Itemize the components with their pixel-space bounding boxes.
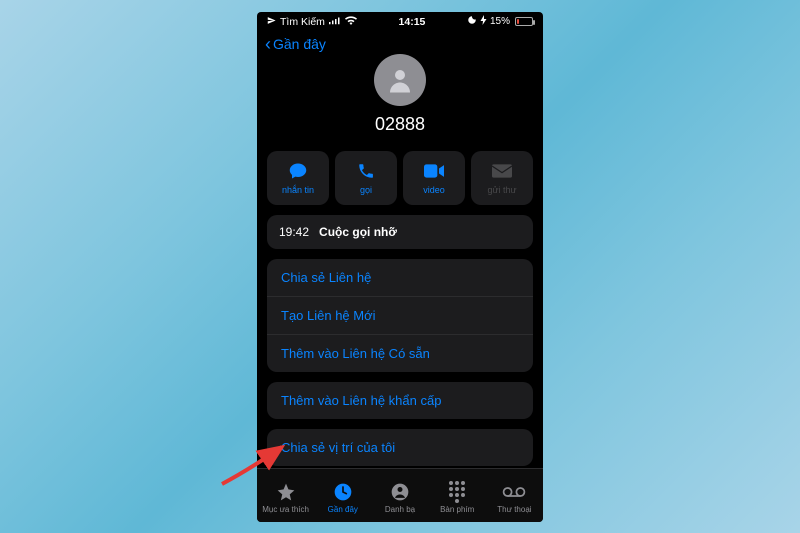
- tab-recents[interactable]: Gần đây: [314, 481, 371, 514]
- battery-icon: [515, 17, 533, 26]
- emergency-group: Thêm vào Liên hệ khẩn cấp: [267, 382, 533, 419]
- contact-header: 02888: [257, 66, 543, 145]
- tab-keypad[interactable]: Bàn phím: [429, 481, 486, 514]
- tab-bar: Mục ưa thích Gần đây Danh bạ Bàn phím Th…: [257, 468, 543, 522]
- status-bar: Tìm Kiếm 14:15 15%: [257, 12, 543, 32]
- tab-keypad-label: Bàn phím: [440, 505, 474, 514]
- video-label: video: [423, 185, 445, 195]
- voicemail-icon: [502, 481, 526, 503]
- mail-icon: [492, 161, 512, 181]
- message-label: nhắn tin: [282, 185, 314, 195]
- star-icon: [276, 481, 296, 503]
- dnd-icon: [467, 15, 477, 28]
- charging-icon: [480, 15, 487, 28]
- mail-label: gửi thư: [487, 185, 516, 195]
- status-right: 15%: [467, 15, 533, 28]
- tab-favorites-label: Mục ưa thích: [262, 505, 309, 514]
- tab-recents-label: Gần đây: [328, 505, 358, 514]
- content-area: 19:42 Cuộc gọi nhỡ Chia sẻ Liên hệ Tạo L…: [257, 215, 543, 468]
- tab-voicemail-label: Thư thoại: [497, 505, 531, 514]
- recent-call-label: Cuộc gọi nhỡ: [319, 225, 397, 239]
- status-time: 14:15: [399, 16, 426, 28]
- tab-voicemail[interactable]: Thư thoại: [486, 481, 543, 514]
- wifi-icon: [345, 16, 357, 28]
- message-icon: [288, 161, 308, 181]
- phone-frame: Tìm Kiếm 14:15 15% ‹ Gần đây: [257, 12, 543, 522]
- action-row: nhắn tin gọi video gửi thư: [257, 145, 543, 215]
- back-button[interactable]: ‹ Gần đây: [265, 36, 326, 52]
- add-existing-contact-item[interactable]: Thêm vào Liên hệ Có sẵn: [267, 335, 533, 372]
- phone-icon: [357, 161, 375, 181]
- call-label: gọi: [360, 185, 372, 195]
- tab-contacts[interactable]: Danh bạ: [371, 481, 428, 514]
- emergency-contact-item[interactable]: Thêm vào Liên hệ khẩn cấp: [267, 382, 533, 419]
- carrier-label: Tìm Kiếm: [280, 16, 325, 28]
- back-label: Gần đây: [273, 36, 326, 52]
- signal-icon: [329, 16, 341, 27]
- call-button[interactable]: gọi: [335, 151, 397, 205]
- keypad-icon: [449, 481, 465, 503]
- avatar: [374, 54, 426, 106]
- clock-icon: [333, 481, 353, 503]
- mail-button: gửi thư: [471, 151, 533, 205]
- tab-contacts-label: Danh bạ: [385, 505, 415, 514]
- contact-actions-group: Chia sẻ Liên hệ Tạo Liên hệ Mới Thêm vào…: [267, 259, 533, 372]
- location-group: Chia sẻ vị trí của tôi: [267, 429, 533, 466]
- battery-percent: 15%: [490, 16, 510, 27]
- recent-call-card[interactable]: 19:42 Cuộc gọi nhỡ: [267, 215, 533, 249]
- create-contact-item[interactable]: Tạo Liên hệ Mới: [267, 297, 533, 335]
- contact-number: 02888: [375, 114, 425, 135]
- video-button[interactable]: video: [403, 151, 465, 205]
- status-left: Tìm Kiếm: [267, 16, 357, 28]
- share-location-item[interactable]: Chia sẻ vị trí của tôi: [267, 429, 533, 466]
- message-button[interactable]: nhắn tin: [267, 151, 329, 205]
- video-icon: [424, 161, 444, 181]
- tab-favorites[interactable]: Mục ưa thích: [257, 481, 314, 514]
- person-icon: [390, 481, 410, 503]
- share-contact-item[interactable]: Chia sẻ Liên hệ: [267, 259, 533, 297]
- location-icon: [267, 16, 276, 27]
- chevron-left-icon: ‹: [265, 37, 271, 51]
- recent-call-time: 19:42: [279, 225, 309, 239]
